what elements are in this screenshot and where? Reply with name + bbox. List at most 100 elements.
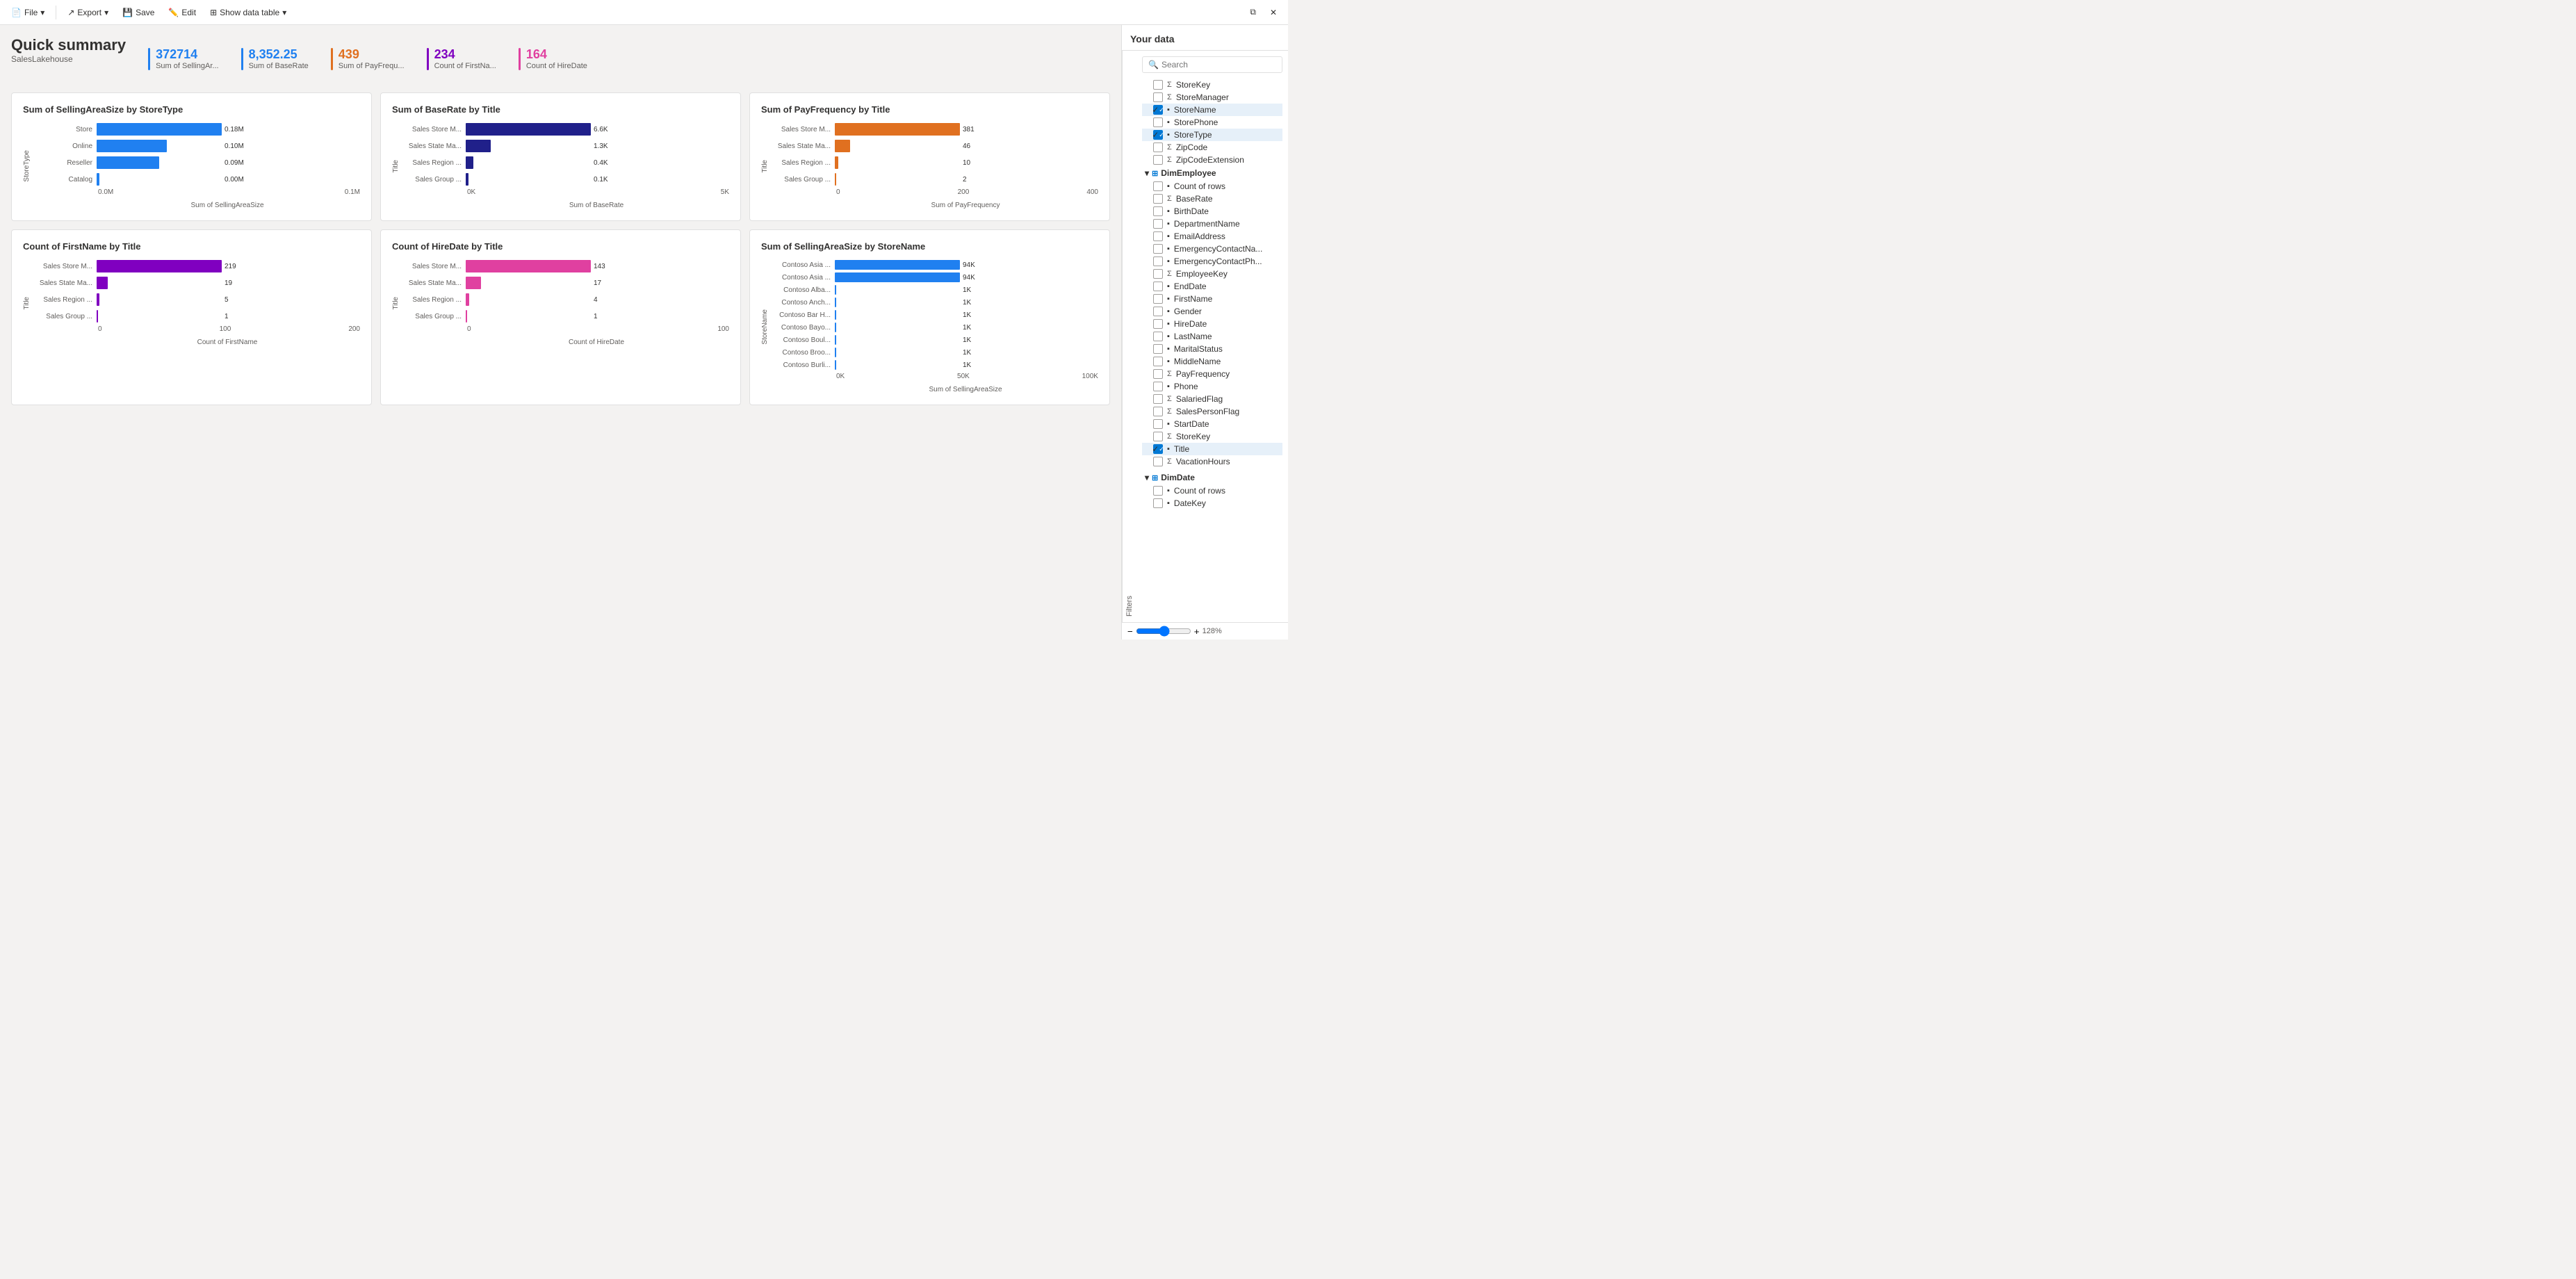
show-data-table-button[interactable]: ⊞ Show data table ▾ <box>204 5 292 20</box>
bar-container <box>835 360 960 370</box>
field-phone[interactable]: ▪Phone <box>1142 380 1282 393</box>
checkbox[interactable] <box>1153 231 1163 241</box>
field-startdate[interactable]: ▪StartDate <box>1142 418 1282 430</box>
field-name: StoreType <box>1174 130 1212 140</box>
chart-content: Sales Store M... 6.6K Sales State Ma... … <box>402 123 729 209</box>
field-middlename[interactable]: ▪MiddleName <box>1142 355 1282 368</box>
filters-tab[interactable]: Filters <box>1122 51 1136 622</box>
zoom-in-button[interactable]: + <box>1194 626 1200 637</box>
file-button[interactable]: 📄 File ▾ <box>6 5 50 20</box>
checkbox[interactable]: ✓ <box>1153 105 1163 115</box>
field-firstname[interactable]: ▪FirstName <box>1142 293 1282 305</box>
checkbox[interactable] <box>1153 382 1163 391</box>
field-lastname[interactable]: ▪LastName <box>1142 330 1282 343</box>
checkbox[interactable] <box>1153 181 1163 191</box>
bar-row: Contoso Broo... 1K <box>772 348 1098 357</box>
field-storemanager[interactable]: ΣStoreManager <box>1142 91 1282 104</box>
zoom-out-button[interactable]: − <box>1127 626 1133 637</box>
checkbox[interactable] <box>1153 357 1163 366</box>
field-count-of-rows[interactable]: ▪Count of rows <box>1142 484 1282 497</box>
checkbox[interactable] <box>1153 498 1163 508</box>
checkbox[interactable] <box>1153 407 1163 416</box>
window-close-button[interactable]: ✕ <box>1264 5 1282 20</box>
checkbox[interactable] <box>1153 219 1163 229</box>
checkbox[interactable]: ✓ <box>1153 130 1163 140</box>
search-box[interactable]: 🔍 <box>1142 56 1282 73</box>
field-enddate[interactable]: ▪EndDate <box>1142 280 1282 293</box>
field-emergencycontactna...[interactable]: ▪EmergencyContactNa... <box>1142 243 1282 255</box>
checkbox[interactable] <box>1153 332 1163 341</box>
checkbox[interactable] <box>1153 80 1163 90</box>
field-storekey[interactable]: ΣStoreKey <box>1142 79 1282 91</box>
checkbox[interactable] <box>1153 319 1163 329</box>
file-icon: 📄 <box>11 8 22 17</box>
bar-fill <box>835 173 836 186</box>
checkbox[interactable] <box>1153 294 1163 304</box>
field-departmentname[interactable]: ▪DepartmentName <box>1142 218 1282 230</box>
field-icon: ▪ <box>1167 207 1170 215</box>
field-gender[interactable]: ▪Gender <box>1142 305 1282 318</box>
field-count-of-rows[interactable]: ▪Count of rows <box>1142 180 1282 193</box>
field-salariedflag[interactable]: ΣSalariedFlag <box>1142 393 1282 405</box>
zoom-slider[interactable] <box>1136 626 1191 637</box>
field-salespersonflag[interactable]: ΣSalesPersonFlag <box>1142 405 1282 418</box>
checkbox[interactable] <box>1153 244 1163 254</box>
bar-fill <box>466 293 469 306</box>
dimdate-header[interactable]: ▾⊞DimDate <box>1142 471 1282 484</box>
save-button[interactable]: 💾 Save <box>117 5 160 20</box>
bar-row: Store 0.18M <box>33 123 360 136</box>
field-name: FirstName <box>1174 294 1212 304</box>
checkbox[interactable] <box>1153 194 1163 204</box>
bar-row: Sales Region ... 5 <box>33 293 360 306</box>
checkbox[interactable] <box>1153 419 1163 429</box>
checkbox[interactable] <box>1153 269 1163 279</box>
field-name: SalesPersonFlag <box>1176 407 1239 416</box>
field-employeekey[interactable]: ΣEmployeeKey <box>1142 268 1282 280</box>
field-vacationhours[interactable]: ΣVacationHours <box>1142 455 1282 468</box>
field-name: BaseRate <box>1176 194 1213 204</box>
field-payfrequency[interactable]: ΣPayFrequency <box>1142 368 1282 380</box>
field-datekey[interactable]: ▪DateKey <box>1142 497 1282 510</box>
bar-label: Sales Store M... <box>33 263 92 270</box>
checkbox[interactable] <box>1153 256 1163 266</box>
field-storename[interactable]: ✓▪StoreName <box>1142 104 1282 116</box>
checkbox[interactable] <box>1153 432 1163 441</box>
field-emailaddress[interactable]: ▪EmailAddress <box>1142 230 1282 243</box>
checkbox[interactable] <box>1153 394 1163 404</box>
field-baserate[interactable]: ΣBaseRate <box>1142 193 1282 205</box>
bar-value: 1K <box>963 324 971 332</box>
checkbox[interactable] <box>1153 142 1163 152</box>
sigma-icon: Σ <box>1167 457 1172 466</box>
checkbox[interactable] <box>1153 206 1163 216</box>
checkbox[interactable] <box>1153 457 1163 466</box>
bar-chart-inner: Sales Store M... 6.6K Sales State Ma... … <box>402 123 729 186</box>
field-zipcodeextension[interactable]: ΣZipCodeExtension <box>1142 154 1282 166</box>
window-restore-button[interactable]: ⧉ <box>1244 4 1262 20</box>
field-title[interactable]: ✓▪Title <box>1142 443 1282 455</box>
field-emergencycontactph...[interactable]: ▪EmergencyContactPh... <box>1142 255 1282 268</box>
field-storekey[interactable]: ΣStoreKey <box>1142 430 1282 443</box>
field-hiredate[interactable]: ▪HireDate <box>1142 318 1282 330</box>
edit-button[interactable]: ✏️ Edit <box>163 5 202 20</box>
export-button[interactable]: ↗ Export ▾ <box>62 5 114 20</box>
checkbox[interactable] <box>1153 369 1163 379</box>
checkbox[interactable] <box>1153 92 1163 102</box>
checkbox[interactable] <box>1153 307 1163 316</box>
checkbox[interactable] <box>1153 155 1163 165</box>
checkbox[interactable] <box>1153 486 1163 496</box>
group-name: DimEmployee <box>1161 168 1216 178</box>
checkbox[interactable] <box>1153 282 1163 291</box>
field-storetype[interactable]: ✓▪StoreType <box>1142 129 1282 141</box>
bar-label: Sales Group ... <box>772 176 831 184</box>
checkbox[interactable]: ✓ <box>1153 444 1163 454</box>
checkbox[interactable] <box>1153 117 1163 127</box>
checkbox[interactable] <box>1153 344 1163 354</box>
field-storephone[interactable]: ▪StorePhone <box>1142 116 1282 129</box>
kpi-values: 8,352.25 Sum of BaseRate <box>249 47 309 70</box>
search-input[interactable] <box>1161 60 1276 70</box>
field-maritalstatus[interactable]: ▪MaritalStatus <box>1142 343 1282 355</box>
field-zipcode[interactable]: ΣZipCode <box>1142 141 1282 154</box>
dimemployee-header[interactable]: ▾⊞DimEmployee <box>1142 166 1282 180</box>
kpi-label: Sum of BaseRate <box>249 62 309 70</box>
field-birthdate[interactable]: ▪BirthDate <box>1142 205 1282 218</box>
